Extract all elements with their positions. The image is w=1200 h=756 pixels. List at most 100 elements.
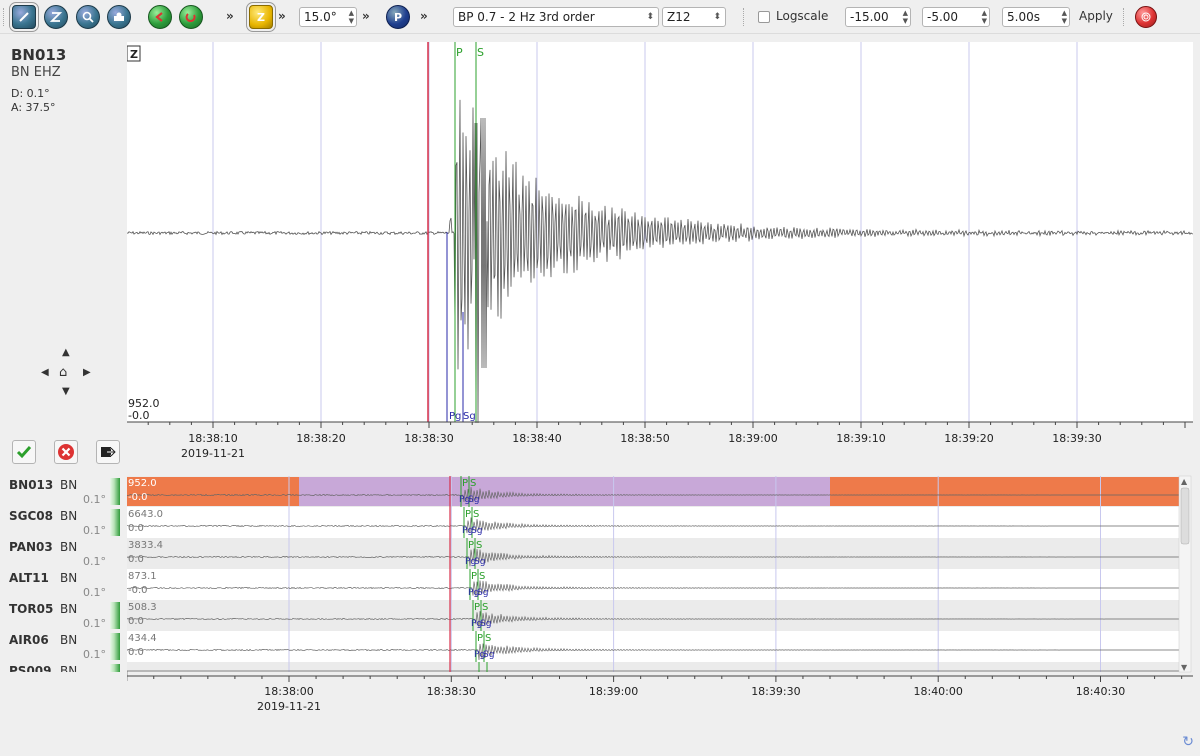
time-axis: 18:38:00 18:38:30 18:39:00 18:39:30 18:40:00… [127,675,1193,713]
station-distance: 0.1° [83,555,106,568]
sg-pick-label: Sg [477,588,488,598]
station-row-label[interactable]: AIR06 BN 0.1° [7,631,127,662]
time-tick-label: 18:39:00 [728,432,777,445]
single-trace-panel: BN013 BN EHZ D: 0.1° A: 37.5° ▲ ◀ ⌂ ▶ ▼ … [7,42,1194,468]
toolbar-grip[interactable] [743,8,746,26]
station-network: BN [60,633,78,647]
zoom-value-field[interactable]: 15.0° ▲ ▼ [299,7,357,27]
signal-quality-bar [110,664,120,672]
status-icon: ↻ [1182,734,1194,750]
zoom-in-icon[interactable] [107,5,131,29]
p-pick-label: P [456,46,463,59]
fingerprint-icon[interactable] [1135,6,1157,28]
amp-min-label: 0.0 [128,616,144,627]
selected-time-window[interactable] [299,477,830,506]
z-component-icon[interactable]: Z [246,2,276,32]
reject-icon[interactable] [54,440,78,464]
station-row-label[interactable]: TOR05 BN 0.1° [7,600,127,631]
time-axis: 18:38:10 18:38:20 18:38:30 18:38:40 18:38:50… [127,421,1193,460]
accept-icon[interactable] [12,440,36,464]
station-row-label[interactable]: SGC08 BN 0.1° [7,507,127,538]
station-network: BN [60,478,78,492]
scroll-up-icon[interactable]: ▲ [1181,477,1188,486]
scroll-down-icon[interactable]: ▼ [1181,663,1188,672]
trace-channel: BN EHZ [11,65,61,80]
toolbar: » Z » 15.0° ▲ ▼ » P » BP 0.7 - 2 Hz 3rd o… [0,0,1200,34]
trace-azimuth: A: 37.5° [11,101,56,114]
apply-button[interactable]: Apply [1079,9,1113,23]
station-traces-canvas[interactable]: P SPgSgP SPgSgP SPgSgP SPgSgP SPgSgP SPgSg 952… [126,472,1193,720]
toolbar-grip[interactable] [3,8,6,26]
trace-row-bg [127,662,1179,672]
date-label: 2019-11-21 [257,700,321,713]
p-pick-label: P [468,540,474,551]
prev-icon[interactable] [148,5,172,29]
min-value-field[interactable]: -15.00 ▲ ▼ [845,7,911,27]
p-phase-icon[interactable]: P [386,5,410,29]
nav-left-icon[interactable]: ◀ [41,367,49,378]
time-window-outside [830,477,1179,506]
nav-home-icon[interactable]: ⌂ [59,365,67,380]
sg-pick-label: Sg [471,526,482,536]
station-network: BN [60,664,78,672]
zoom-fit-icon[interactable] [76,5,100,29]
time-tick-label: 18:38:10 [188,432,237,445]
component-select[interactable]: Z12 ⬍ [662,7,726,27]
spinner-arrows-icon[interactable]: ▲ ▼ [903,9,908,25]
s-pick-label: S [477,46,484,59]
app-window: » Z » 15.0° ▲ ▼ » P » BP 0.7 - 2 Hz 3rd o… [0,0,1200,756]
sg-pick-label: Sg [468,495,479,505]
s-pick-label: S [479,571,485,582]
main-trace-plot[interactable]: P S Pg Sg Z 952.0 -0.0 18:38:10 18:38:20 1… [126,42,1194,468]
max-value-field[interactable]: -5.00 ▲ ▼ [922,7,990,27]
window-value-field[interactable]: 5.00s ▲ ▼ [1002,7,1070,27]
station-traces-plot[interactable]: P S Pg Sg P S Pg Sg P S Pg Sg P S Pg Sg P S Pg Sg P S Pg Sg 952… [126,472,1193,720]
action-buttons [7,440,125,468]
main-trace-canvas[interactable]: P S Pg Sg Z 952.0 -0.0 18:38:10 18:38:20 1… [126,42,1194,468]
z-letter: Z [257,10,265,24]
p-pick-label: P [477,633,483,644]
next-icon[interactable] [179,5,203,29]
zoom-z-icon[interactable] [44,5,68,29]
toolbar-grip[interactable] [1123,8,1126,26]
time-tick-label: 18:38:40 [512,432,561,445]
station-distance: 0.1° [83,617,106,630]
updown-icon: ⬍ [713,12,721,22]
station-row-label[interactable]: BN013 BN 0.1° [7,476,127,507]
trace-row-bg [127,538,1179,569]
time-tick-label: 18:38:30 [404,432,453,445]
station-distance: 0.1° [83,524,106,537]
export-icon[interactable] [96,440,120,464]
component-value: Z12 [667,10,691,24]
amp-max-label: 3833.4 [128,540,163,551]
trace-row-bg [127,600,1179,631]
station-distance: 0.1° [83,648,106,661]
amp-min-label: -0.0 [128,585,148,596]
filter-value: BP 0.7 - 2 Hz 3rd order [458,10,595,24]
nav-up-icon[interactable]: ▲ [62,347,70,358]
filter-select[interactable]: BP 0.7 - 2 Hz 3rd order ⬍ [453,7,659,27]
scrollbar-thumb[interactable] [1180,487,1190,545]
spinner-arrows-icon[interactable]: ▲ ▼ [1062,9,1067,25]
time-tick-label: 18:40:00 [913,685,962,698]
sg-pick-label: Sg [483,650,494,660]
station-row-label[interactable]: PS009 BN [7,662,127,672]
station-list-panel: BN013 BN 0.1° SGC08 BN 0.1° PAN03 BN 0.1… [7,472,1193,720]
station-row-label[interactable]: PAN03 BN 0.1° [7,538,127,569]
logscale-checkbox[interactable] [758,11,770,23]
p-pick-label: P [474,602,480,613]
spinner-arrows-icon[interactable]: ▲ ▼ [982,9,987,25]
signal-quality-bar [110,478,120,505]
s-pick-label: S [470,478,476,489]
trace-distance: D: 0.1° [11,87,50,100]
spinner-arrows-icon[interactable]: ▲ ▼ [349,9,354,25]
nav-down-icon[interactable]: ▼ [62,386,70,397]
station-row-label[interactable]: ALT11 BN 0.1° [7,569,127,600]
sg-pick-label: Sg [480,619,491,629]
station-code: BN013 [9,478,54,492]
pin-icon[interactable] [9,2,39,32]
time-tick-label: 18:38:20 [296,432,345,445]
p-letter: P [393,10,403,24]
amp-min-label: 0.0 [128,554,144,565]
nav-right-icon[interactable]: ▶ [83,367,91,378]
